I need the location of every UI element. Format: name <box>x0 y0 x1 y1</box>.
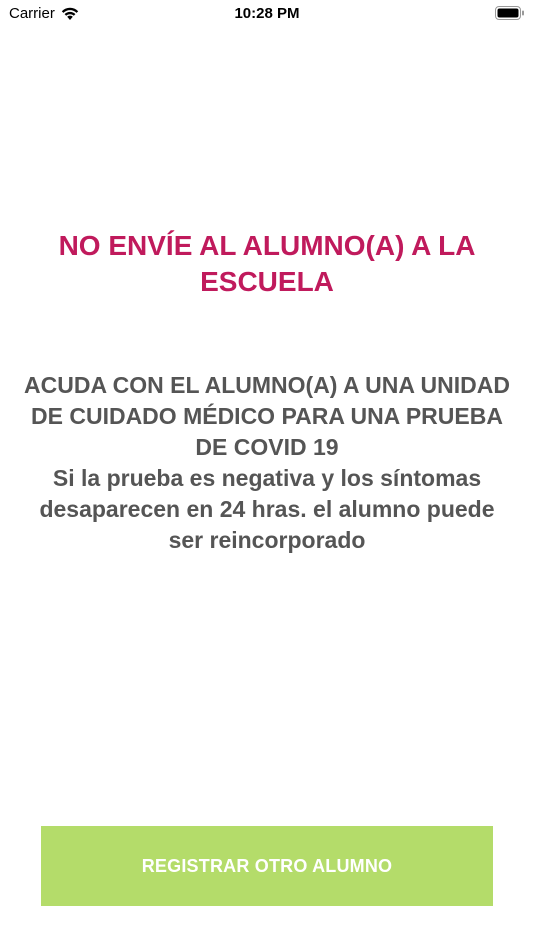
register-another-student-button[interactable]: REGISTRAR OTRO ALUMNO <box>41 826 493 906</box>
result-screen: Carrier 10:28 PM NO ENVÍE AL ALUMNO(A) A… <box>0 0 534 950</box>
status-bar: Carrier 10:28 PM <box>0 0 534 28</box>
instructions-text: ACUDA CON EL ALUMNO(A) A UNA UNIDAD DE C… <box>20 370 514 556</box>
instructions-line-1: ACUDA CON EL ALUMNO(A) A UNA UNIDAD DE C… <box>24 372 510 460</box>
status-time: 10:28 PM <box>234 5 300 22</box>
instructions-line-2: Si la prueba es negativa y los síntomas … <box>39 465 495 553</box>
battery-icon <box>495 6 524 20</box>
warning-title: NO ENVÍE AL ALUMNO(A) A LA ESCUELA <box>58 230 476 297</box>
